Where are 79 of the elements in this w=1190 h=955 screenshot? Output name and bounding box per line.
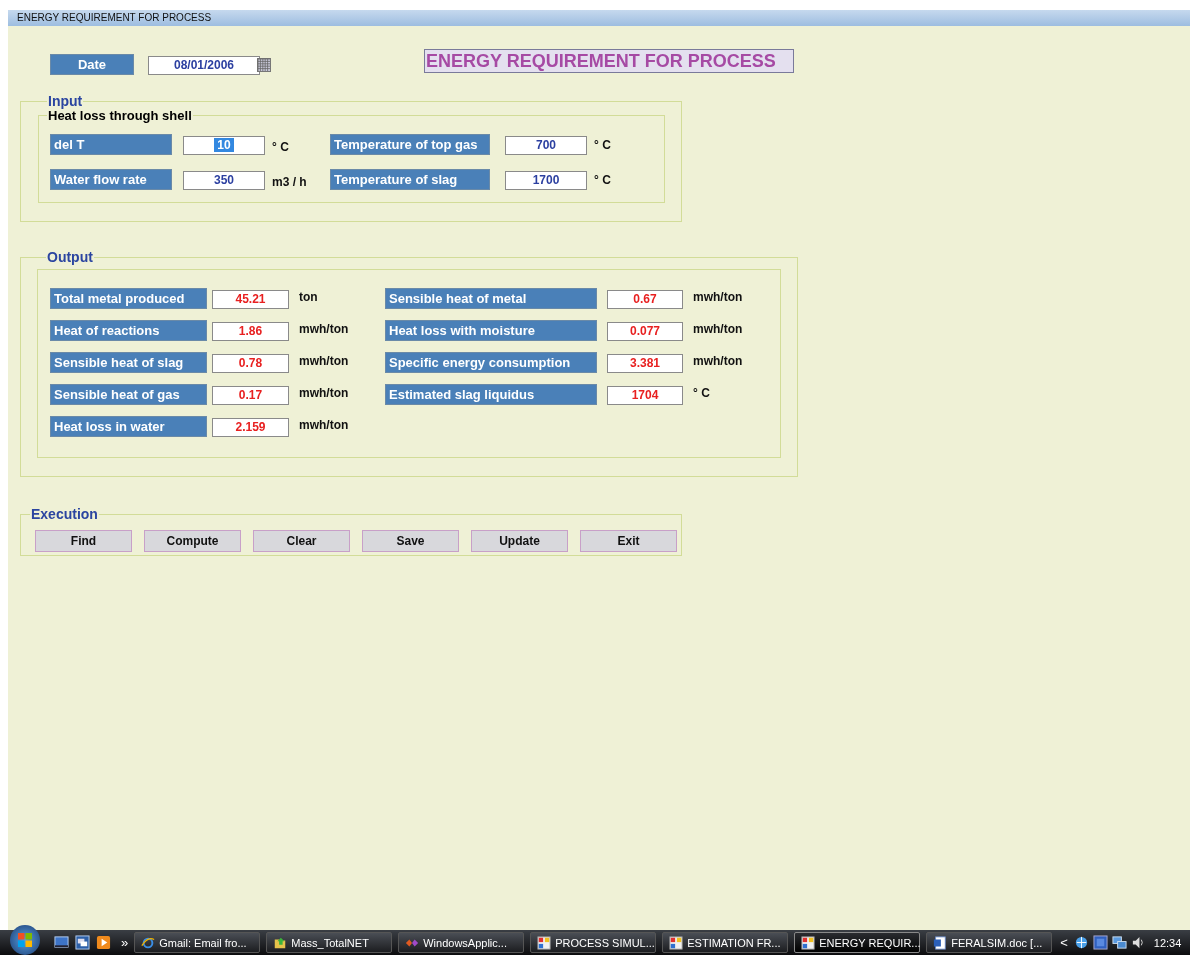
field-label: Total metal produced: [50, 288, 207, 309]
play-icon[interactable]: [96, 935, 111, 950]
field-label: Sensible heat of gas: [50, 384, 207, 405]
output-field: 0.17: [212, 386, 289, 405]
windows-icon[interactable]: [75, 935, 90, 950]
field-label: Specific energy consumption: [385, 352, 597, 373]
clock: 12:34: [1153, 936, 1182, 949]
field-label: Estimated slag liquidus: [385, 384, 597, 405]
unit-label: mwh/ton: [693, 290, 743, 304]
unit-label: m3 / h: [272, 175, 308, 189]
action-button[interactable]: Find: [35, 530, 132, 552]
field-label: Heat loss in water: [50, 416, 207, 437]
field-label: Temperature of top gas: [330, 134, 490, 155]
field-label: Sensible heat of metal: [385, 288, 597, 309]
field-label: Sensible heat of slag: [50, 352, 207, 373]
desktop-icon[interactable]: [54, 935, 69, 950]
output-field: 1704: [607, 386, 683, 405]
taskbar-button[interactable]: WindowsApplic...: [398, 932, 525, 953]
globe-icon[interactable]: [141, 935, 156, 950]
unit-label: mwh/ton: [693, 322, 743, 336]
action-button[interactable]: Compute: [144, 530, 241, 552]
folder-icon[interactable]: [273, 935, 288, 950]
taskbar-button[interactable]: PROCESS SIMUL...: [530, 932, 657, 953]
input-field[interactable]: 10: [183, 136, 265, 155]
output-field: 45.21: [212, 290, 289, 309]
window-icon[interactable]: [669, 935, 684, 950]
calendar-icon[interactable]: [257, 58, 271, 72]
action-button[interactable]: Clear: [253, 530, 350, 552]
unit-label: mwh/ton: [299, 354, 350, 368]
windows-logo-icon: [15, 930, 35, 950]
taskbar-button[interactable]: FERALSIM.doc [...: [926, 932, 1053, 953]
network-globe-icon[interactable]: [1073, 935, 1089, 950]
output-field: 2.159: [212, 418, 289, 437]
form-heading: ENERGY REQUIREMENT FOR PROCESS: [424, 49, 794, 73]
taskbar-button[interactable]: Gmail: Email fro...: [134, 932, 261, 953]
group-legend: Output: [46, 249, 94, 265]
taskbar-button[interactable]: ENERGY REQUIR...: [794, 932, 921, 953]
document-icon[interactable]: [933, 935, 948, 950]
input-field[interactable]: 350: [183, 171, 265, 190]
group-legend: Heat loss through shell: [47, 108, 193, 123]
unit-label: ° C: [272, 140, 290, 154]
window-icon[interactable]: [801, 935, 816, 950]
output-field: 0.78: [212, 354, 289, 373]
output-field: 1.86: [212, 322, 289, 341]
overflow-button[interactable]: »: [121, 935, 129, 950]
output-field: 0.67: [607, 290, 683, 309]
unit-label: ton: [299, 290, 319, 304]
input-field[interactable]: 1700: [505, 171, 587, 190]
action-button[interactable]: Update: [471, 530, 568, 552]
field-label: Temperature of slag: [330, 169, 490, 190]
input-field[interactable]: 700: [505, 136, 587, 155]
unit-label: mwh/ton: [299, 386, 350, 400]
window-icon[interactable]: [537, 935, 552, 950]
date-field[interactable]: 08/01/2006: [148, 55, 260, 75]
field-label: del T: [50, 134, 172, 155]
speaker-icon[interactable]: [1130, 935, 1146, 950]
date-label: Date: [50, 53, 134, 75]
unit-label: ° C: [594, 173, 611, 187]
action-button[interactable]: Exit: [580, 530, 677, 552]
taskbar-button[interactable]: ESTIMATION FR...: [662, 932, 789, 953]
taskbar-button[interactable]: Mass_TotalNET: [266, 932, 393, 953]
tray-expand-button[interactable]: <: [1060, 935, 1068, 950]
start-button[interactable]: [10, 925, 40, 955]
output-field: 0.077: [607, 322, 683, 341]
unit-label: ° C: [693, 386, 710, 400]
field-label: Heat of reactions: [50, 320, 207, 341]
group-legend: Execution: [30, 506, 99, 522]
field-label: Water flow rate: [50, 169, 172, 190]
unit-label: mwh/ton: [693, 354, 743, 368]
unit-label: ° C: [594, 138, 611, 152]
field-label: Heat loss with moisture: [385, 320, 597, 341]
network-icon[interactable]: [1111, 935, 1127, 950]
unit-label: mwh/ton: [299, 322, 350, 336]
unit-label: mwh/ton: [299, 418, 350, 432]
window-title: ENERGY REQUIREMENT FOR PROCESS: [8, 10, 1190, 26]
app-tray-icon[interactable]: [1092, 935, 1108, 950]
output-field: 3.381: [607, 354, 683, 373]
group-legend: Input: [47, 93, 84, 109]
action-button[interactable]: Save: [362, 530, 459, 552]
